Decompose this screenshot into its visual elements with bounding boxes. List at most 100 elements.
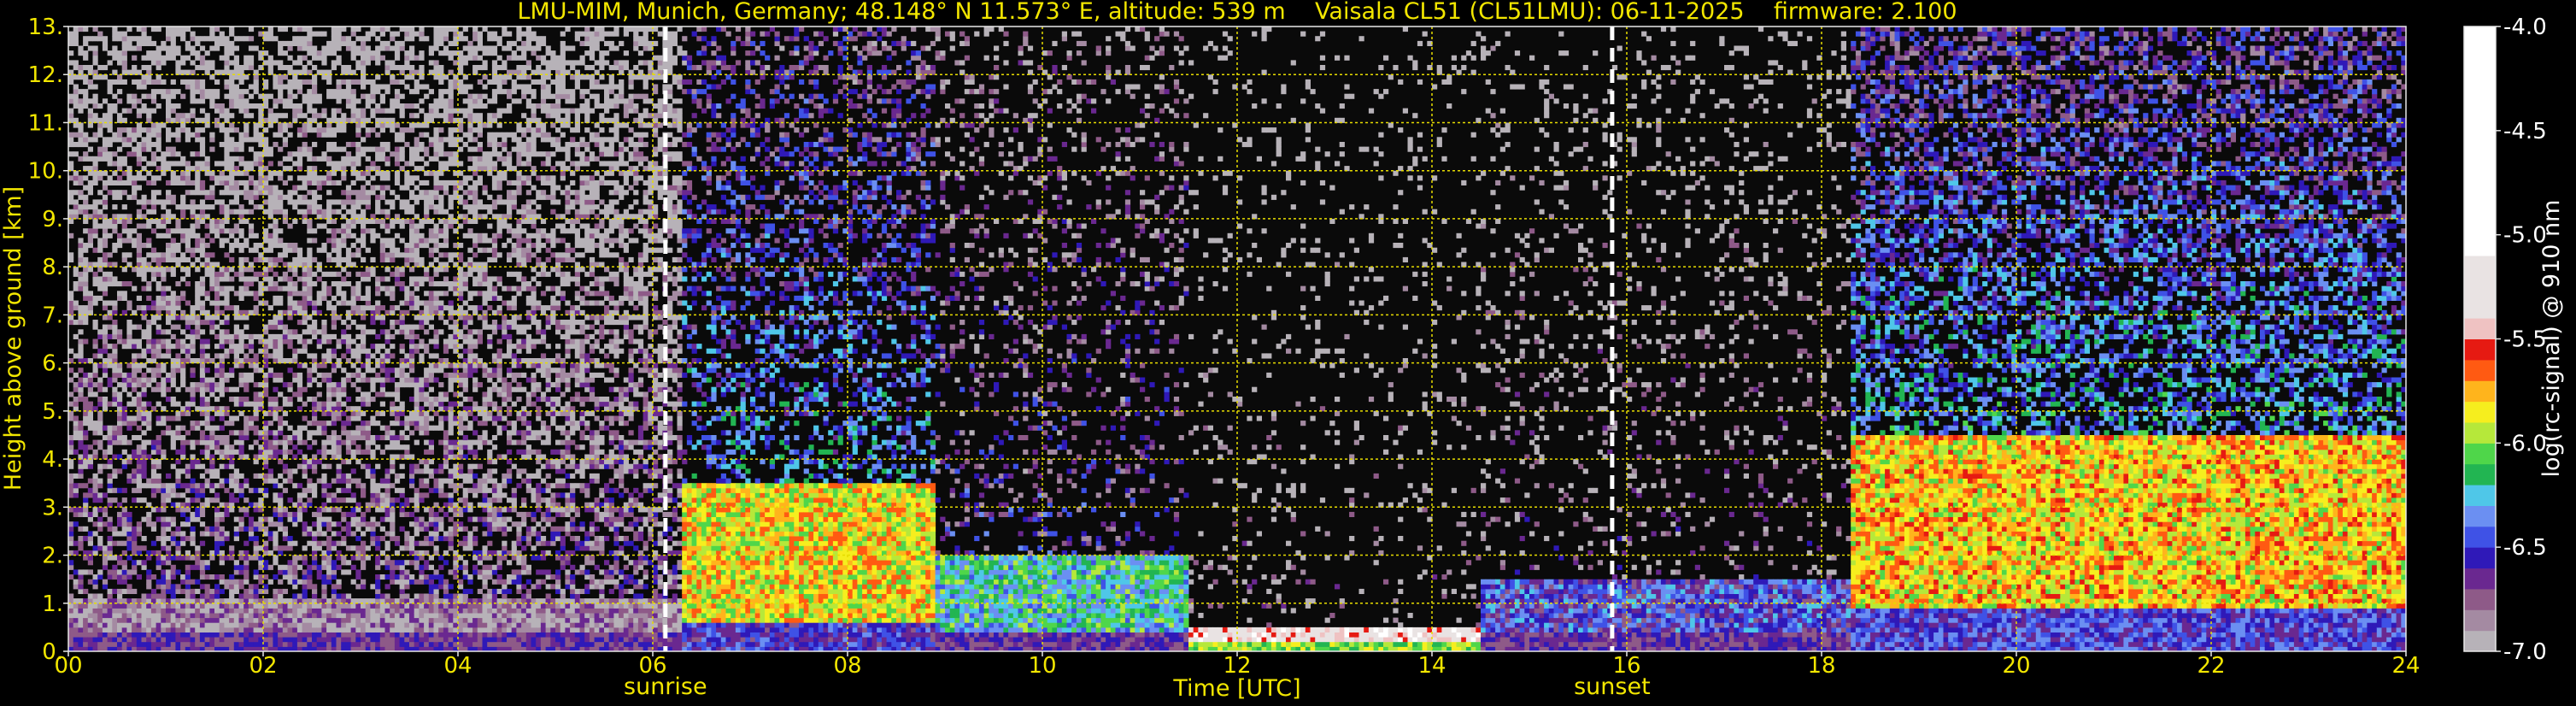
heatmap-cell: [97, 247, 103, 253]
heatmap-cell: [321, 151, 327, 157]
heatmap-cell: [244, 627, 249, 632]
heatmap-cell: [214, 223, 220, 229]
heatmap-cell: [326, 617, 332, 623]
heatmap-cell: [345, 333, 352, 339]
heatmap-cell: [326, 338, 332, 344]
heatmap-cell: [379, 329, 385, 335]
heatmap-cell: [214, 199, 220, 205]
heatmap-cell: [345, 151, 352, 157]
heatmap-cell: [355, 175, 361, 181]
heatmap-cell: [92, 156, 98, 162]
heatmap-cell: [97, 463, 103, 469]
heatmap-cell: [102, 194, 109, 200]
heatmap-cell: [92, 382, 98, 388]
heatmap-cell: [199, 79, 206, 85]
heatmap-cell: [150, 93, 157, 99]
heatmap-cell: [195, 89, 201, 95]
heatmap-cell: [321, 584, 327, 590]
heatmap-cell: [321, 588, 327, 594]
heatmap-cell: [166, 372, 172, 378]
heatmap-cell: [117, 555, 123, 561]
heatmap-cell: [365, 632, 371, 638]
heatmap-cell: [224, 627, 230, 632]
heatmap-cell: [97, 151, 103, 157]
heatmap-cell: [278, 569, 284, 575]
heatmap-cell: [155, 295, 161, 301]
heatmap-cell: [83, 608, 89, 614]
heatmap-cell: [224, 320, 230, 326]
heatmap-cell: [136, 305, 142, 311]
heatmap-cell: [107, 608, 113, 614]
heatmap-cell: [107, 300, 113, 306]
heatmap-cell: [209, 329, 215, 335]
heatmap-cell: [68, 410, 74, 416]
heatmap-cell: [117, 137, 123, 143]
heatmap-cell: [238, 295, 244, 301]
heatmap-cell: [302, 175, 308, 181]
heatmap-cell: [302, 45, 308, 51]
heatmap-cell: [292, 540, 298, 546]
heatmap-cell: [361, 238, 367, 244]
heatmap-cell: [175, 362, 181, 368]
heatmap-cell: [107, 463, 113, 469]
heatmap-cell: [92, 531, 98, 537]
heatmap-cell: [185, 439, 191, 445]
heatmap-cell: [350, 617, 356, 623]
heatmap-cell: [204, 435, 210, 441]
heatmap-cell: [287, 40, 293, 46]
heatmap-cell: [379, 55, 385, 61]
heatmap-cell: [199, 637, 206, 643]
heatmap-cell: [375, 170, 381, 176]
heatmap-cell: [102, 98, 109, 104]
heatmap-cell: [195, 560, 201, 566]
heatmap-cell: [296, 435, 303, 441]
heatmap-cell: [253, 603, 259, 609]
heatmap-cell: [253, 507, 259, 513]
heatmap-cell: [112, 425, 118, 431]
heatmap-cell: [209, 555, 215, 561]
heatmap-cell: [204, 421, 210, 427]
heatmap-cell: [175, 127, 181, 133]
heatmap-cell: [166, 137, 172, 143]
heatmap-cell: [107, 487, 113, 493]
heatmap-cell: [379, 146, 385, 152]
heatmap-cell: [166, 608, 172, 614]
heatmap-cell: [307, 291, 313, 297]
heatmap-cell: [296, 185, 303, 191]
heatmap-cell: [321, 622, 327, 628]
heatmap-cell: [87, 425, 93, 431]
heatmap-cell: [244, 127, 249, 133]
heatmap-cell: [375, 132, 381, 138]
heatmap-cell: [263, 588, 269, 594]
heatmap-cell: [379, 641, 385, 647]
heatmap-cell: [273, 401, 279, 407]
heatmap-cell: [267, 521, 273, 527]
heatmap-cell: [97, 276, 103, 282]
heatmap-cell: [365, 156, 371, 162]
heatmap-cell: [267, 60, 273, 66]
heatmap-cell: [253, 368, 259, 374]
heatmap-cell: [190, 401, 196, 407]
heatmap-cell: [166, 194, 172, 200]
heatmap-cell: [292, 348, 298, 354]
heatmap-cell: [316, 617, 322, 623]
heatmap-cell: [146, 368, 152, 374]
heatmap-cell: [68, 632, 74, 638]
heatmap-cell: [199, 593, 206, 599]
heatmap-cell: [126, 459, 132, 465]
heatmap-cell: [73, 190, 79, 196]
heatmap-cell: [321, 564, 327, 570]
heatmap-cell: [190, 516, 196, 522]
heatmap-cell: [141, 603, 147, 609]
heatmap-cell: [263, 79, 269, 85]
heatmap-cell: [78, 256, 84, 262]
heatmap-cell: [244, 267, 249, 273]
heatmap-cell: [224, 410, 230, 416]
heatmap-cell: [263, 84, 269, 90]
heatmap-cell: [375, 521, 381, 527]
heatmap-cell: [336, 98, 342, 104]
heatmap-cell: [345, 218, 352, 224]
heatmap-cell: [287, 281, 293, 287]
heatmap-cell: [379, 243, 385, 249]
heatmap-cell: [204, 161, 210, 167]
